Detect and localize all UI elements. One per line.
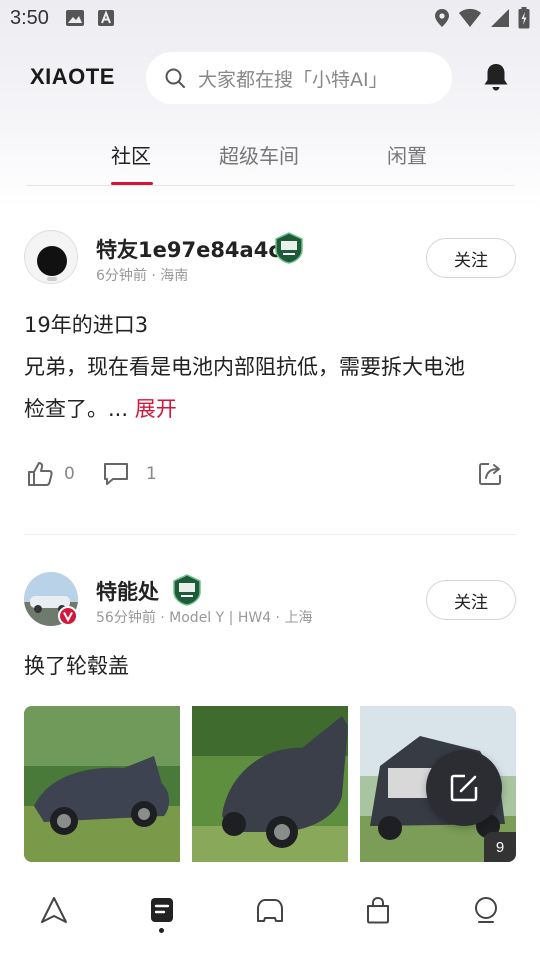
search-icon: [165, 68, 185, 88]
car-photo: [192, 706, 348, 862]
post-body-continued: 检查了。...: [24, 397, 129, 421]
like-button[interactable]: 0: [26, 460, 75, 488]
post-title: 19年的进口3: [24, 313, 149, 337]
category-tabs: 社区 超级车间 闲置: [26, 130, 514, 186]
tab-idle[interactable]: 闲置: [387, 140, 427, 169]
username[interactable]: 特友1e97e84a4c: [96, 234, 281, 264]
bottom-nav: [0, 866, 540, 960]
app-notification-icon: [97, 10, 114, 26]
post-body: 兄弟，现在看是电池内部阻抗低，需要拆大电池: [24, 355, 465, 379]
community-doc-icon: [151, 898, 173, 922]
photo-count-badge: 9: [484, 832, 516, 862]
username[interactable]: 特能处: [96, 576, 159, 606]
nav-shop[interactable]: [358, 890, 398, 930]
follow-button[interactable]: 关注: [426, 238, 516, 278]
create-post-button[interactable]: [426, 750, 502, 826]
battery-icon: [518, 7, 530, 29]
user-badge-icon: [173, 574, 201, 606]
gallery-notification-icon: [65, 10, 84, 26]
post-title: 换了轮毂盖: [24, 654, 129, 678]
location-icon: [435, 9, 449, 27]
expand-link[interactable]: 展开: [135, 397, 177, 421]
search-bar[interactable]: 大家都在搜「小特AI」: [146, 52, 452, 104]
tab-community[interactable]: 社区: [111, 140, 151, 169]
search-placeholder: 大家都在搜「小特AI」: [198, 68, 388, 91]
comment-icon: [104, 463, 128, 485]
verified-icon: [58, 606, 78, 626]
comment-button[interactable]: 1: [102, 460, 157, 488]
app-header: XIAOTE 大家都在搜「小特AI」: [0, 50, 540, 106]
nav-car[interactable]: [250, 890, 290, 930]
avatar[interactable]: [24, 230, 78, 284]
user-badge-icon: [275, 232, 303, 264]
car-photo: [24, 706, 180, 862]
post-photo[interactable]: [192, 706, 348, 862]
thumbs-up-icon: [28, 462, 53, 486]
notification-button[interactable]: [482, 62, 510, 96]
app-logo: XIAOTE: [30, 64, 115, 89]
post-meta: 6分钟前 · 海南: [96, 268, 189, 284]
post-divider: [24, 534, 516, 535]
car-icon: [257, 899, 283, 922]
active-nav-dot: [159, 928, 164, 933]
profile-icon: [475, 897, 497, 923]
tab-super-workshop[interactable]: 超级车间: [219, 140, 299, 169]
post-body-line2: 检查了。... 展开: [24, 388, 177, 431]
nav-profile[interactable]: [466, 890, 506, 930]
avatar-image: [26, 232, 77, 283]
nav-home[interactable]: [34, 890, 74, 930]
post-photo[interactable]: [24, 706, 180, 862]
nav-community[interactable]: [142, 890, 182, 930]
signal-icon: [491, 9, 509, 27]
like-count: 0: [64, 464, 75, 484]
shopping-bag-icon: [367, 896, 389, 924]
active-tab-indicator: [111, 182, 153, 185]
status-time: 3:50: [10, 6, 49, 29]
post-meta: 56分钟前 · Model Y | HW4 · 上海: [96, 610, 313, 626]
bell-icon: [484, 64, 508, 91]
follow-button[interactable]: 关注: [426, 580, 516, 620]
compass-home-icon: [41, 897, 67, 923]
wifi-icon: [459, 8, 481, 27]
status-bar: 3:50: [0, 0, 540, 36]
share-icon: [479, 463, 501, 485]
compose-icon: [450, 774, 478, 802]
comment-count: 1: [146, 464, 157, 484]
share-button[interactable]: [476, 460, 504, 488]
